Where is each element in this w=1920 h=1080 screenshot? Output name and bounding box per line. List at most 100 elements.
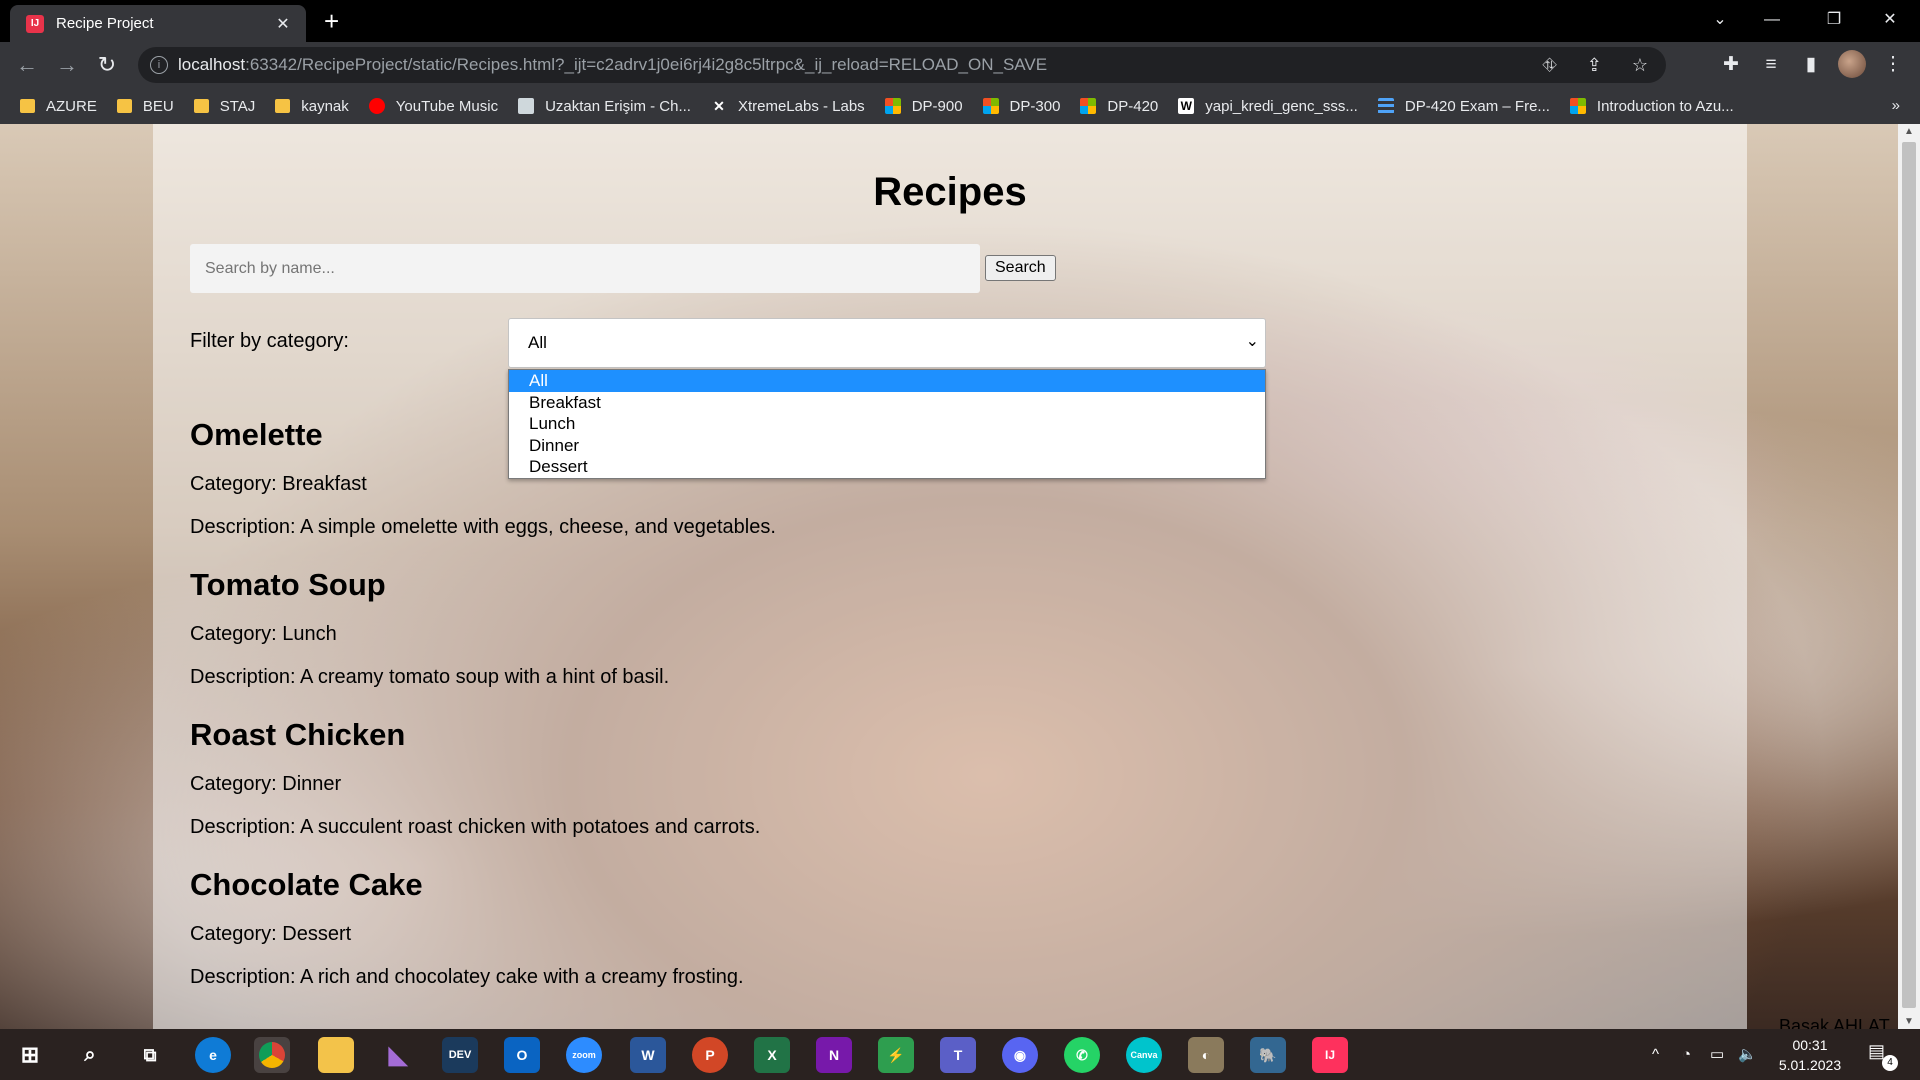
- excel-icon[interactable]: X: [754, 1037, 790, 1073]
- category-option-dinner[interactable]: Dinner: [509, 435, 1265, 457]
- category-option-lunch[interactable]: Lunch: [509, 413, 1265, 435]
- word-icon[interactable]: W: [630, 1037, 666, 1073]
- tab-title: Recipe Project: [56, 15, 154, 32]
- translate-icon[interactable]: ⛗: [1542, 55, 1556, 76]
- clock-time: 00:31: [1792, 1037, 1828, 1053]
- recipe-description: Description: A rich and chocolatey cake …: [190, 966, 744, 988]
- battery-icon[interactable]: ▭: [1710, 1029, 1724, 1080]
- recipe-category: Category: Breakfast: [190, 473, 367, 495]
- task-view-icon[interactable]: ⧉: [132, 1037, 168, 1073]
- bookmark-label: STAJ: [219, 97, 256, 115]
- restore-icon[interactable]: ❐: [1814, 6, 1854, 34]
- reload-icon[interactable]: ↻: [92, 50, 122, 80]
- word-doc-icon: W: [1178, 98, 1195, 114]
- share-icon[interactable]: ⇪: [1587, 55, 1602, 76]
- outlook-icon[interactable]: O: [504, 1037, 540, 1073]
- bookmark-item[interactable]: Introduction to Azu...: [1569, 97, 1734, 115]
- recipe-description: Description: A succulent roast chicken w…: [190, 816, 761, 838]
- bookmark-star-icon[interactable]: ☆: [1632, 55, 1648, 76]
- category-option-dessert[interactable]: Dessert: [509, 456, 1265, 478]
- whatsapp-icon[interactable]: ✆: [1064, 1037, 1100, 1073]
- wifi-icon[interactable]: ◔: [1682, 1029, 1691, 1080]
- recipe-item: Roast Chicken Category: Dinner Descripti…: [190, 717, 760, 838]
- site-info-icon[interactable]: i: [150, 56, 168, 74]
- category-select[interactable]: All ⌄: [508, 318, 1266, 368]
- notification-count: 4: [1882, 1055, 1898, 1071]
- bookmark-label: XtremeLabs - Labs: [737, 97, 865, 115]
- recipe-description: Description: A creamy tomato soup with a…: [190, 666, 670, 688]
- bookmark-item[interactable]: Wyapi_kredi_genc_sss...: [1178, 98, 1358, 115]
- intellij-favicon-icon: IJ: [26, 14, 44, 33]
- bookmark-item[interactable]: DP-900: [884, 98, 963, 115]
- category-option-breakfast[interactable]: Breakfast: [509, 392, 1265, 414]
- visual-studio-icon[interactable]: ◣: [380, 1037, 416, 1073]
- scroll-down-icon[interactable]: ▼: [1898, 1016, 1920, 1027]
- remote-desktop-icon: [518, 98, 535, 114]
- tab-search-chevron-icon[interactable]: ⌄: [1700, 6, 1740, 34]
- gimp-icon[interactable]: ◐: [1188, 1037, 1224, 1073]
- dev-icon[interactable]: DEV: [442, 1037, 478, 1073]
- back-icon[interactable]: ←: [12, 50, 42, 80]
- teams-icon[interactable]: T: [940, 1037, 976, 1073]
- windows-taskbar: ⊞ ⌕ ⧉ e ◣ DEV O zoom W P X N ⚡ T ◉ ✆ Can…: [0, 1029, 1920, 1080]
- search-button[interactable]: Search: [985, 255, 1056, 281]
- more-menu-icon[interactable]: ⋮: [1878, 50, 1908, 80]
- microsoft-icon: [1569, 98, 1586, 114]
- bookmark-item[interactable]: DP-420 Exam – Fre...: [1377, 98, 1550, 115]
- bookmark-item[interactable]: YouTube Music: [368, 98, 498, 115]
- zoom-icon[interactable]: zoom: [566, 1037, 602, 1073]
- bookmark-item[interactable]: kaynak: [275, 98, 349, 115]
- green-app-icon[interactable]: ⚡: [878, 1037, 914, 1073]
- new-tab-button[interactable]: +: [324, 6, 339, 36]
- scroll-up-icon[interactable]: ▲: [1898, 126, 1920, 137]
- microsoft-icon: [1080, 98, 1097, 114]
- search-input[interactable]: [190, 244, 980, 293]
- bookmarks-overflow-button[interactable]: »: [1892, 88, 1900, 124]
- bookmark-item[interactable]: ✕ XtremeLabs - Labs: [711, 98, 865, 115]
- scrollbar-thumb[interactable]: [1902, 142, 1916, 1008]
- notification-icon[interactable]: ▤ 4: [1868, 1041, 1898, 1071]
- bookmark-label: Introduction to Azu...: [1596, 97, 1734, 115]
- bookmark-item[interactable]: DP-300: [982, 98, 1060, 115]
- recipe-category: Category: Dinner: [190, 773, 342, 795]
- category-dropdown-list: All Breakfast Lunch Dinner Dessert: [508, 369, 1266, 479]
- close-window-icon[interactable]: ✕: [1870, 6, 1910, 34]
- chrome-icon[interactable]: [254, 1037, 290, 1073]
- vertical-scrollbar[interactable]: ▲ ▼: [1898, 124, 1920, 1029]
- bookmark-item[interactable]: BEU: [116, 98, 174, 115]
- bookmark-item[interactable]: Uzaktan Erişim - Ch...: [518, 98, 691, 115]
- forward-icon[interactable]: →: [52, 50, 82, 80]
- category-option-all[interactable]: All: [509, 370, 1265, 392]
- bookmark-item[interactable]: STAJ: [193, 97, 256, 115]
- address-bar[interactable]: i localhost:63342/RecipeProject/static/R…: [138, 47, 1666, 83]
- pgadmin-icon[interactable]: 🐘: [1250, 1037, 1286, 1073]
- tray-chevron-up-icon[interactable]: ^: [1652, 1029, 1659, 1080]
- recipe-name: Chocolate Cake: [190, 867, 423, 902]
- media-control-icon[interactable]: ≡: [1756, 50, 1786, 80]
- tab-close-icon[interactable]: ✕: [272, 14, 294, 34]
- edge-icon[interactable]: e: [195, 1037, 231, 1073]
- bookmark-item[interactable]: AZURE: [20, 98, 97, 115]
- browser-tab[interactable]: IJ Recipe Project ✕: [10, 5, 306, 42]
- canva-icon[interactable]: Canva: [1126, 1037, 1162, 1073]
- discord-icon[interactable]: ◉: [1002, 1037, 1038, 1073]
- bookmark-item[interactable]: DP-420: [1080, 98, 1158, 115]
- minimize-icon[interactable]: —: [1752, 6, 1792, 34]
- system-clock[interactable]: 00:31 5.01.2023: [1772, 1035, 1848, 1075]
- bookmark-label: DP-420: [1107, 97, 1159, 115]
- profile-avatar[interactable]: [1838, 50, 1866, 78]
- youtube-music-icon: [368, 98, 385, 114]
- chevron-down-icon: ⌄: [1245, 333, 1259, 350]
- volume-icon[interactable]: 🔈: [1738, 1029, 1757, 1080]
- recipe-item: Tomato Soup Category: Lunch Description:…: [190, 567, 669, 688]
- recipes-container: Recipes Search Filter by category: All ⌄…: [153, 124, 1890, 1029]
- onenote-icon[interactable]: N: [816, 1037, 852, 1073]
- search-icon[interactable]: ⌕: [72, 1037, 108, 1073]
- side-panel-icon[interactable]: ▮: [1796, 50, 1826, 80]
- file-explorer-icon[interactable]: [318, 1037, 354, 1073]
- bookmarks-bar: AZURE BEU STAJ kaynak YouTube Music Uzaktan E…: [0, 88, 1920, 124]
- start-icon[interactable]: ⊞: [12, 1037, 48, 1073]
- extensions-icon[interactable]: ✚: [1716, 50, 1746, 80]
- powerpoint-icon[interactable]: P: [692, 1037, 728, 1073]
- intellij-icon[interactable]: IJ: [1312, 1037, 1348, 1073]
